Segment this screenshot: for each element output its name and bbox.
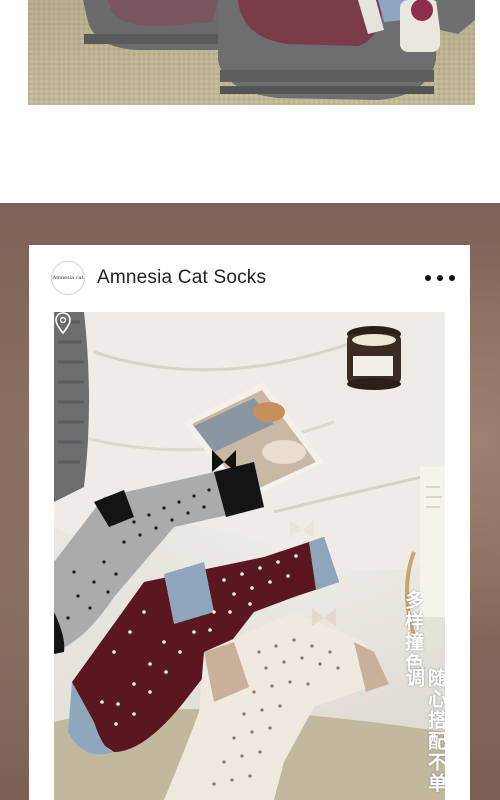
post-card: Amnesia cat Amnesia Cat Socks 多样撞色 随心搭配不… <box>29 245 470 800</box>
dot <box>425 275 431 281</box>
avatar-text: Amnesia cat <box>52 275 84 281</box>
location-pin-icon <box>55 312 71 334</box>
slogan-line-2: 随心搭配不单调 <box>403 668 445 794</box>
brand-name[interactable]: Amnesia Cat Socks <box>97 267 266 289</box>
slogan-line-1: 多样撞色 <box>402 590 424 674</box>
shoe-photo <box>28 0 475 105</box>
dot <box>437 275 443 281</box>
brand-avatar[interactable]: Amnesia cat <box>51 261 85 295</box>
more-dots-icon[interactable] <box>425 271 455 285</box>
product-photo: 多样撞色 随心搭配不单调 <box>54 312 445 800</box>
spacer <box>0 105 500 203</box>
post-header: Amnesia cat Amnesia Cat Socks <box>29 245 470 312</box>
dot <box>449 275 455 281</box>
socks-scene <box>54 312 445 800</box>
shoe-illustration <box>83 0 475 100</box>
